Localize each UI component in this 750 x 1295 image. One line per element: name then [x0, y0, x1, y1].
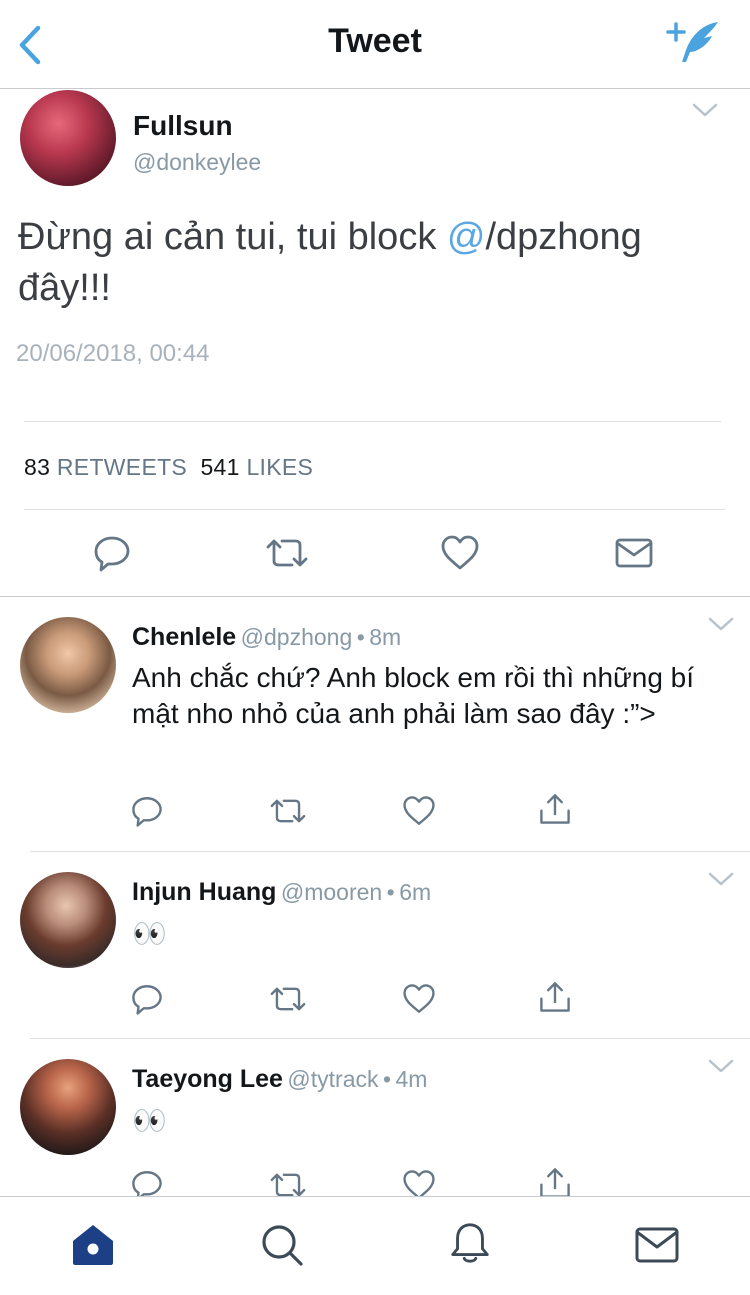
tweet-text: Đừng ai cản tui, tui block @/dpzhong đây…	[18, 212, 728, 314]
reply-author-name[interactable]: Chenlele	[132, 623, 236, 651]
like-heart-icon[interactable]	[440, 533, 480, 573]
direct-message-icon[interactable]	[614, 533, 654, 573]
separator-dot: •	[386, 879, 395, 905]
like-count[interactable]: 541	[200, 454, 239, 480]
retweet-icon[interactable]	[268, 794, 308, 828]
reply-time: 4m	[395, 1066, 428, 1092]
reply-icon[interactable]	[130, 1168, 164, 1196]
author-handle[interactable]: @donkeylee	[133, 149, 261, 176]
retweet-icon[interactable]	[264, 533, 310, 573]
reply-icon[interactable]	[130, 794, 164, 828]
reply-tweet[interactable]: Injun Huang @mooren • 6m 👀	[0, 852, 750, 1038]
reply-time: 8m	[369, 624, 402, 650]
reply-tweet[interactable]: Chenlele @dpzhong • 8m Anh chắc chứ? Anh…	[0, 597, 750, 851]
reply-author-handle[interactable]: @mooren	[281, 879, 382, 905]
reply-header: Chenlele @dpzhong • 8m	[132, 623, 401, 652]
avatar[interactable]	[20, 1059, 116, 1155]
home-icon[interactable]	[70, 1222, 116, 1268]
reply-header: Injun Huang @mooren • 6m	[132, 878, 431, 907]
separator-dot: •	[356, 624, 365, 650]
reply-author-handle[interactable]: @tytrack	[287, 1066, 378, 1092]
mention-link[interactable]: @	[447, 216, 486, 258]
compose-tweet-icon[interactable]	[664, 18, 722, 68]
chevron-down-icon[interactable]	[708, 872, 734, 886]
reply-text: 👀	[132, 1105, 167, 1136]
tweet-text-part: Đừng ai cản tui, tui block	[18, 216, 447, 258]
tweet-stats: 83 RETWEETS 541 LIKES	[24, 454, 313, 481]
retweet-icon[interactable]	[268, 1168, 308, 1196]
page-title: Tweet	[328, 22, 422, 60]
chevron-down-icon[interactable]	[708, 617, 734, 631]
avatar[interactable]	[20, 617, 116, 713]
reply-tweet[interactable]: Taeyong Lee @tytrack • 4m 👀	[0, 1039, 750, 1196]
reply-author-name[interactable]: Taeyong Lee	[132, 1065, 283, 1093]
like-heart-icon[interactable]	[402, 794, 436, 828]
avatar[interactable]	[20, 90, 116, 186]
reply-header: Taeyong Lee @tytrack • 4m	[132, 1065, 427, 1094]
tweet-timestamp: 20/06/2018, 00:44	[16, 340, 210, 367]
reply-icon[interactable]	[92, 533, 132, 573]
like-heart-icon[interactable]	[402, 1168, 436, 1196]
share-icon[interactable]	[538, 980, 572, 1014]
notifications-icon[interactable]	[447, 1220, 493, 1266]
separator-dot: •	[382, 1066, 392, 1092]
reply-text: 👀	[132, 918, 167, 949]
like-label[interactable]: LIKES	[246, 454, 313, 480]
reply-icon[interactable]	[130, 982, 164, 1016]
chevron-down-icon[interactable]	[708, 1059, 734, 1073]
search-icon[interactable]	[259, 1222, 305, 1268]
like-heart-icon[interactable]	[402, 982, 436, 1016]
reply-text: Anh chắc chứ? Anh block em rồi thì những…	[132, 662, 695, 729]
divider	[24, 509, 725, 510]
chevron-down-icon[interactable]	[692, 103, 718, 117]
share-icon[interactable]	[538, 1166, 572, 1196]
retweet-icon[interactable]	[268, 982, 308, 1016]
reply-author-name[interactable]: Injun Huang	[132, 878, 276, 906]
reply-time: 6m	[399, 879, 432, 905]
retweet-label[interactable]: RETWEETS	[57, 454, 187, 480]
avatar[interactable]	[20, 872, 116, 968]
retweet-count[interactable]: 83	[24, 454, 50, 480]
divider	[24, 421, 721, 422]
share-icon[interactable]	[538, 792, 572, 826]
messages-icon[interactable]	[634, 1222, 680, 1268]
author-name[interactable]: Fullsun	[133, 110, 233, 142]
reply-author-handle[interactable]: @dpzhong	[241, 624, 353, 650]
